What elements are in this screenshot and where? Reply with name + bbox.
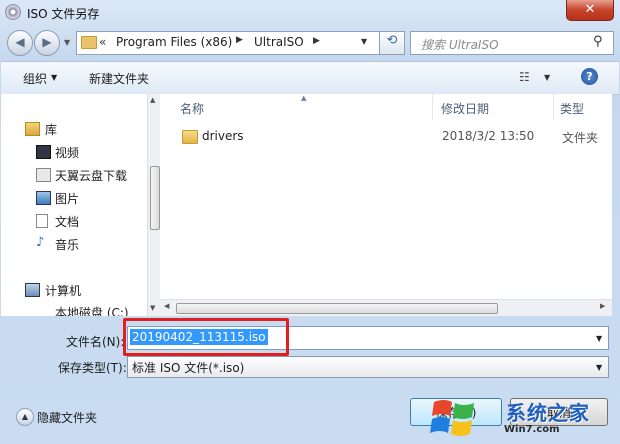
- close-icon: ✕: [584, 2, 596, 17]
- breadcrumb-ultraiso[interactable]: UltraISO: [254, 35, 304, 49]
- file-name: drivers: [202, 129, 244, 143]
- cloud-download-icon: [36, 168, 51, 182]
- save-dialog-window: ISO 文件另存 ✕ ◀ ▶ ▼ « Program Files (x86) ▶…: [0, 0, 620, 444]
- navigation-pane: 库 视频 天翼云盘下载 图片 文档 ♪ 音乐 计算机 本地磁盘 (C:) ▲ ▼: [1, 94, 161, 316]
- address-bar[interactable]: « Program Files (x86) ▶ UltraISO ▶ ▼: [76, 31, 380, 55]
- column-header-type[interactable]: 类型: [560, 100, 584, 117]
- site-watermark: 系统之家 Win7.com: [430, 392, 618, 442]
- scroll-thumb[interactable]: [176, 303, 498, 314]
- nav-vertical-scrollbar[interactable]: ▲ ▼: [147, 94, 161, 316]
- sidebar-item-label: 本地磁盘 (C:): [55, 306, 129, 316]
- scroll-up-icon[interactable]: ▲: [150, 96, 155, 104]
- folder-icon: [81, 36, 97, 49]
- forward-button[interactable]: ▶: [34, 30, 60, 56]
- scroll-left-icon[interactable]: ◀: [164, 302, 169, 310]
- help-icon[interactable]: ?: [581, 68, 598, 85]
- file-list-pane: ▲ 名称 修改日期 类型 drivers 2018/3/2 13:50 文件夹 …: [160, 94, 612, 316]
- filetype-label: 保存类型(T):: [58, 361, 127, 375]
- video-icon: [36, 145, 51, 159]
- address-overflow-icon[interactable]: «: [99, 35, 106, 49]
- column-divider[interactable]: [553, 94, 554, 120]
- filetype-value: 标准 ISO 文件(*.iso): [132, 361, 245, 375]
- scroll-right-icon[interactable]: ▶: [600, 302, 605, 310]
- document-icon: [36, 214, 48, 228]
- close-button[interactable]: ✕: [566, 0, 614, 21]
- sidebar-item-music[interactable]: ♪ 音乐: [36, 235, 80, 253]
- watermark-brand: 系统之家: [506, 401, 590, 425]
- filetype-dropdown-icon[interactable]: ▼: [596, 363, 602, 372]
- sidebar-item-cloud-download[interactable]: 天翼云盘下载: [36, 167, 128, 184]
- horizontal-scrollbar[interactable]: ◀ ▶: [160, 299, 612, 316]
- new-folder-button[interactable]: 新建文件夹: [89, 70, 149, 87]
- column-header-name[interactable]: 名称: [180, 100, 204, 117]
- back-arrow-icon: ◀: [15, 35, 25, 49]
- refresh-button[interactable]: ⟲: [379, 31, 405, 55]
- picture-icon: [36, 191, 51, 205]
- search-placeholder: 搜索 UltraISO: [421, 38, 499, 52]
- window-title: ISO 文件另存: [27, 7, 100, 21]
- recent-locations-chevron-icon[interactable]: ▼: [64, 38, 72, 47]
- file-modified: 2018/3/2 13:50: [442, 129, 535, 143]
- sidebar-item-label: 计算机: [45, 284, 82, 298]
- filetype-select[interactable]: 标准 ISO 文件(*.iso) ▼: [127, 356, 609, 378]
- hide-folders-chevron-icon[interactable]: ▲: [16, 408, 34, 426]
- folder-icon: [182, 130, 198, 144]
- sort-ascending-icon: ▲: [301, 94, 307, 102]
- music-icon: ♪: [36, 235, 45, 250]
- hide-folders-button[interactable]: 隐藏文件夹: [37, 409, 97, 426]
- organize-dropdown-icon[interactable]: ▼: [51, 73, 57, 82]
- column-divider[interactable]: [432, 94, 433, 120]
- highlight-annotation-box: [123, 318, 289, 356]
- sidebar-item-label: 库: [45, 123, 58, 137]
- library-icon: [25, 122, 40, 136]
- sidebar-item-label: 文档: [55, 215, 80, 229]
- breadcrumb-chevron-icon[interactable]: ▶: [313, 36, 320, 46]
- organize-button[interactable]: 组织: [23, 70, 47, 87]
- sidebar-item-drive-c[interactable]: 本地磁盘 (C:): [55, 304, 129, 316]
- disc-icon: [5, 4, 21, 20]
- view-dropdown-icon[interactable]: ▼: [544, 73, 550, 82]
- sidebar-item-label: 音乐: [55, 238, 80, 252]
- refresh-icon: ⟲: [386, 33, 398, 48]
- search-icon[interactable]: ⚲: [593, 34, 603, 49]
- watermark-url: Win7.com: [504, 424, 560, 435]
- windows-logo-icon: [430, 400, 474, 436]
- sidebar-item-label: 图片: [55, 192, 80, 206]
- sidebar-item-label: 视频: [55, 146, 80, 160]
- file-row[interactable]: drivers 2018/3/2 13:50 文件夹: [172, 128, 612, 148]
- sidebar-item-documents[interactable]: 文档: [36, 213, 80, 230]
- computer-icon: [25, 283, 40, 297]
- sidebar-item-video[interactable]: 视频: [36, 144, 80, 161]
- file-type: 文件夹: [562, 131, 599, 145]
- address-dropdown-icon[interactable]: ▼: [361, 37, 367, 46]
- column-header-modified[interactable]: 修改日期: [441, 100, 489, 117]
- filename-dropdown-icon[interactable]: ▼: [596, 334, 602, 343]
- sidebar-item-library[interactable]: 库: [25, 121, 58, 138]
- breadcrumb-chevron-icon[interactable]: ▶: [236, 35, 243, 45]
- sidebar-item-pictures[interactable]: 图片: [36, 190, 80, 207]
- scroll-down-icon[interactable]: ▼: [150, 304, 155, 312]
- back-button[interactable]: ◀: [7, 30, 33, 56]
- sidebar-item-computer[interactable]: 计算机: [25, 282, 82, 299]
- filename-label: 文件名(N):: [66, 335, 125, 349]
- sidebar-item-label: 天翼云盘下载: [55, 169, 128, 183]
- forward-arrow-icon: ▶: [42, 35, 52, 49]
- view-options-icon[interactable]: ☷: [519, 70, 530, 84]
- command-toolbar: 组织 ▼ 新建文件夹 ☷ ▼ ?: [1, 61, 619, 95]
- search-box[interactable]: 搜索 UltraISO ⚲: [410, 31, 614, 55]
- scroll-thumb[interactable]: [150, 166, 160, 230]
- breadcrumb-program-files[interactable]: Program Files (x86): [116, 35, 232, 49]
- title-bar: ISO 文件另存 ✕: [0, 0, 620, 26]
